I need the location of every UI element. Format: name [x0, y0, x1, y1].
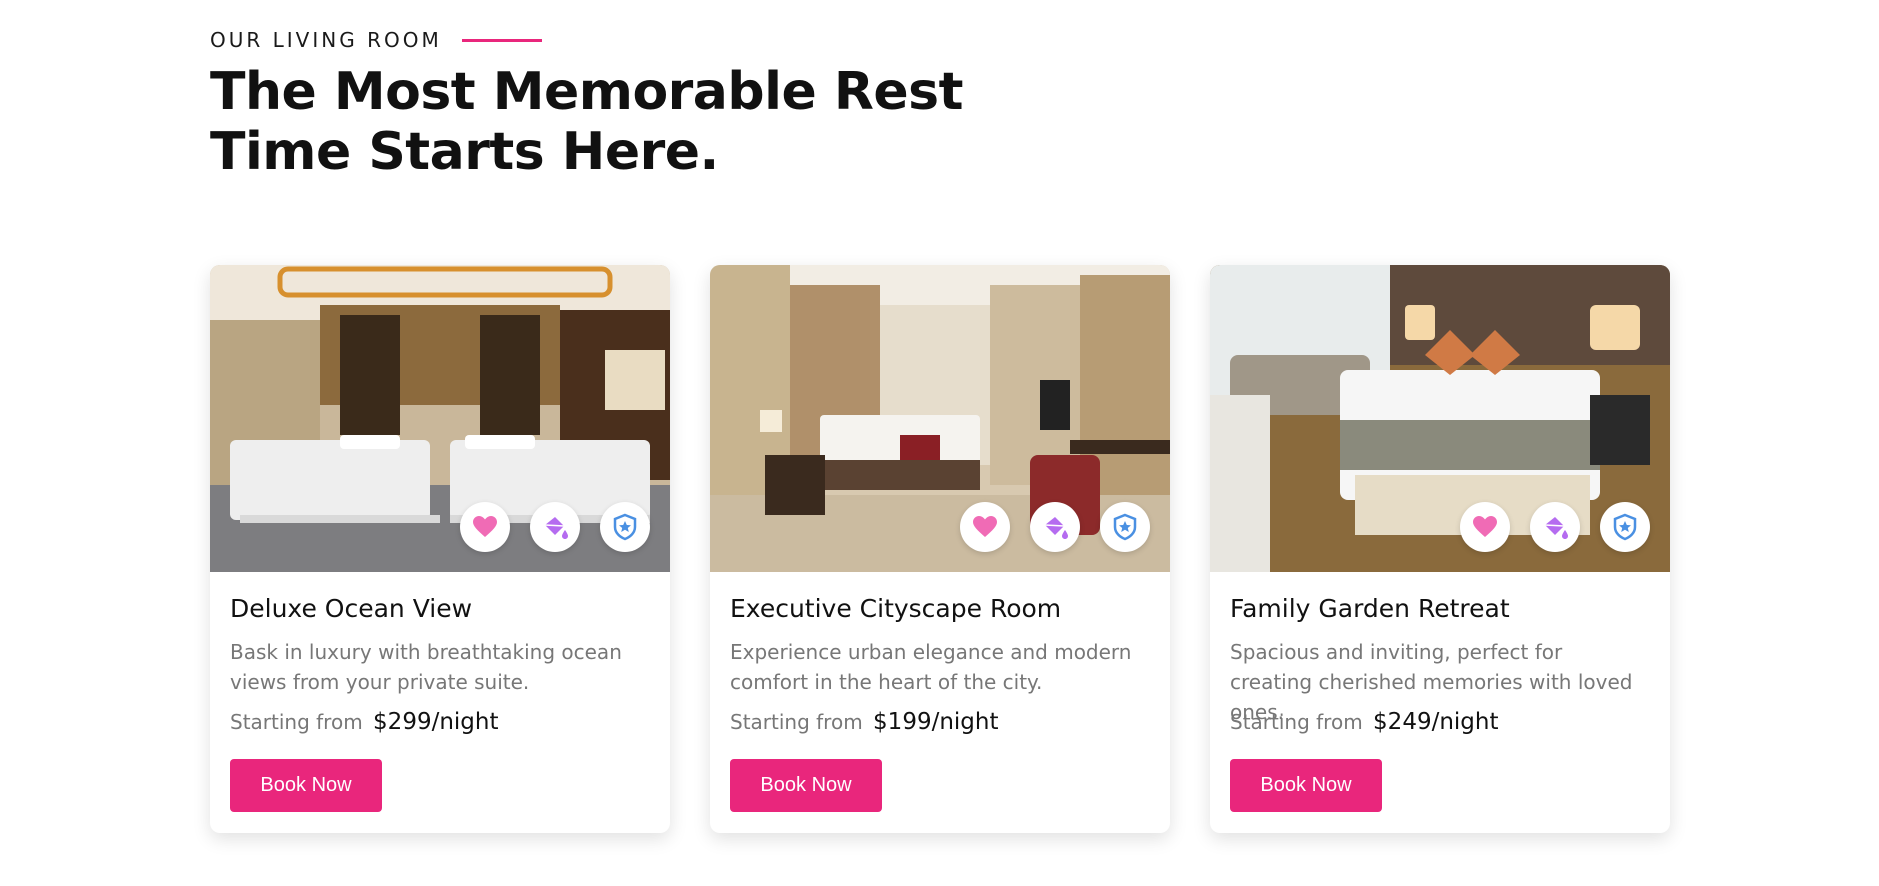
favorite-button[interactable] — [1460, 502, 1510, 552]
room-description: Spacious and inviting, perfect for creat… — [1230, 640, 1633, 724]
room-description: Experience urban elegance and modern com… — [730, 640, 1132, 694]
card-body: Executive Cityscape Room Experience urba… — [710, 572, 1170, 812]
book-now-button[interactable]: Book Now — [1230, 759, 1382, 812]
room-photo — [210, 265, 670, 572]
book-now-button[interactable]: Book Now — [730, 759, 882, 812]
heart-icon — [473, 516, 497, 537]
room-title: Deluxe Ocean View — [230, 594, 473, 623]
living-room-section: OUR LIVING ROOM The Most Memorable Rest … — [0, 0, 1879, 886]
card-body: Family Garden Retreat Spacious and invit… — [1210, 572, 1670, 812]
room-card: Executive Cityscape Room Experience urba… — [710, 265, 1170, 833]
shield-button[interactable] — [1100, 502, 1150, 552]
section-eyebrow: OUR LIVING ROOM — [210, 28, 542, 52]
room-photo — [1210, 265, 1670, 572]
price-prefix: Starting from — [730, 710, 863, 734]
room-card: Deluxe Ocean View Bask in luxury with br… — [210, 265, 670, 833]
paint-bucket-button[interactable] — [1030, 502, 1080, 552]
paint-bucket-icon — [544, 517, 568, 539]
room-title: Executive Cityscape Room — [730, 594, 1062, 623]
book-now-button[interactable]: Book Now — [230, 759, 382, 812]
eyebrow-divider — [461, 38, 542, 42]
room-cards: Deluxe Ocean View Bask in luxury with br… — [210, 265, 1670, 833]
card-actions — [1460, 502, 1650, 552]
favorite-button[interactable] — [960, 502, 1010, 552]
shield-star-icon — [1113, 513, 1137, 541]
room-description: Bask in luxury with breathtaking ocean v… — [230, 640, 622, 694]
paint-bucket-icon — [1044, 517, 1068, 539]
room-card: Family Garden Retreat Spacious and invit… — [1210, 265, 1670, 833]
section-heading: The Most Memorable Rest Time Starts Here… — [210, 62, 963, 182]
room-title: Family Garden Retreat — [1230, 594, 1510, 623]
room-photo — [710, 265, 1170, 572]
heart-icon — [1473, 516, 1497, 537]
price-prefix: Starting from — [230, 710, 363, 734]
shield-star-icon — [1613, 513, 1637, 541]
eyebrow-label: OUR LIVING ROOM — [210, 28, 442, 52]
paint-bucket-button[interactable] — [1530, 502, 1580, 552]
price-value: $199/night — [873, 709, 999, 735]
shield-star-icon — [613, 513, 637, 541]
price-line: Starting from $249/night — [1230, 709, 1650, 735]
shield-button[interactable] — [600, 502, 650, 552]
card-actions — [460, 502, 650, 552]
paint-bucket-icon — [1544, 517, 1568, 539]
price-value: $299/night — [373, 709, 499, 735]
heart-icon — [973, 516, 997, 537]
shield-button[interactable] — [1600, 502, 1650, 552]
card-body: Deluxe Ocean View Bask in luxury with br… — [210, 572, 670, 812]
card-actions — [960, 502, 1150, 552]
price-value: $249/night — [1373, 709, 1499, 735]
price-prefix: Starting from — [1230, 710, 1363, 734]
price-line: Starting from $199/night — [730, 709, 1150, 735]
favorite-button[interactable] — [460, 502, 510, 552]
paint-bucket-button[interactable] — [530, 502, 580, 552]
price-line: Starting from $299/night — [230, 709, 650, 735]
